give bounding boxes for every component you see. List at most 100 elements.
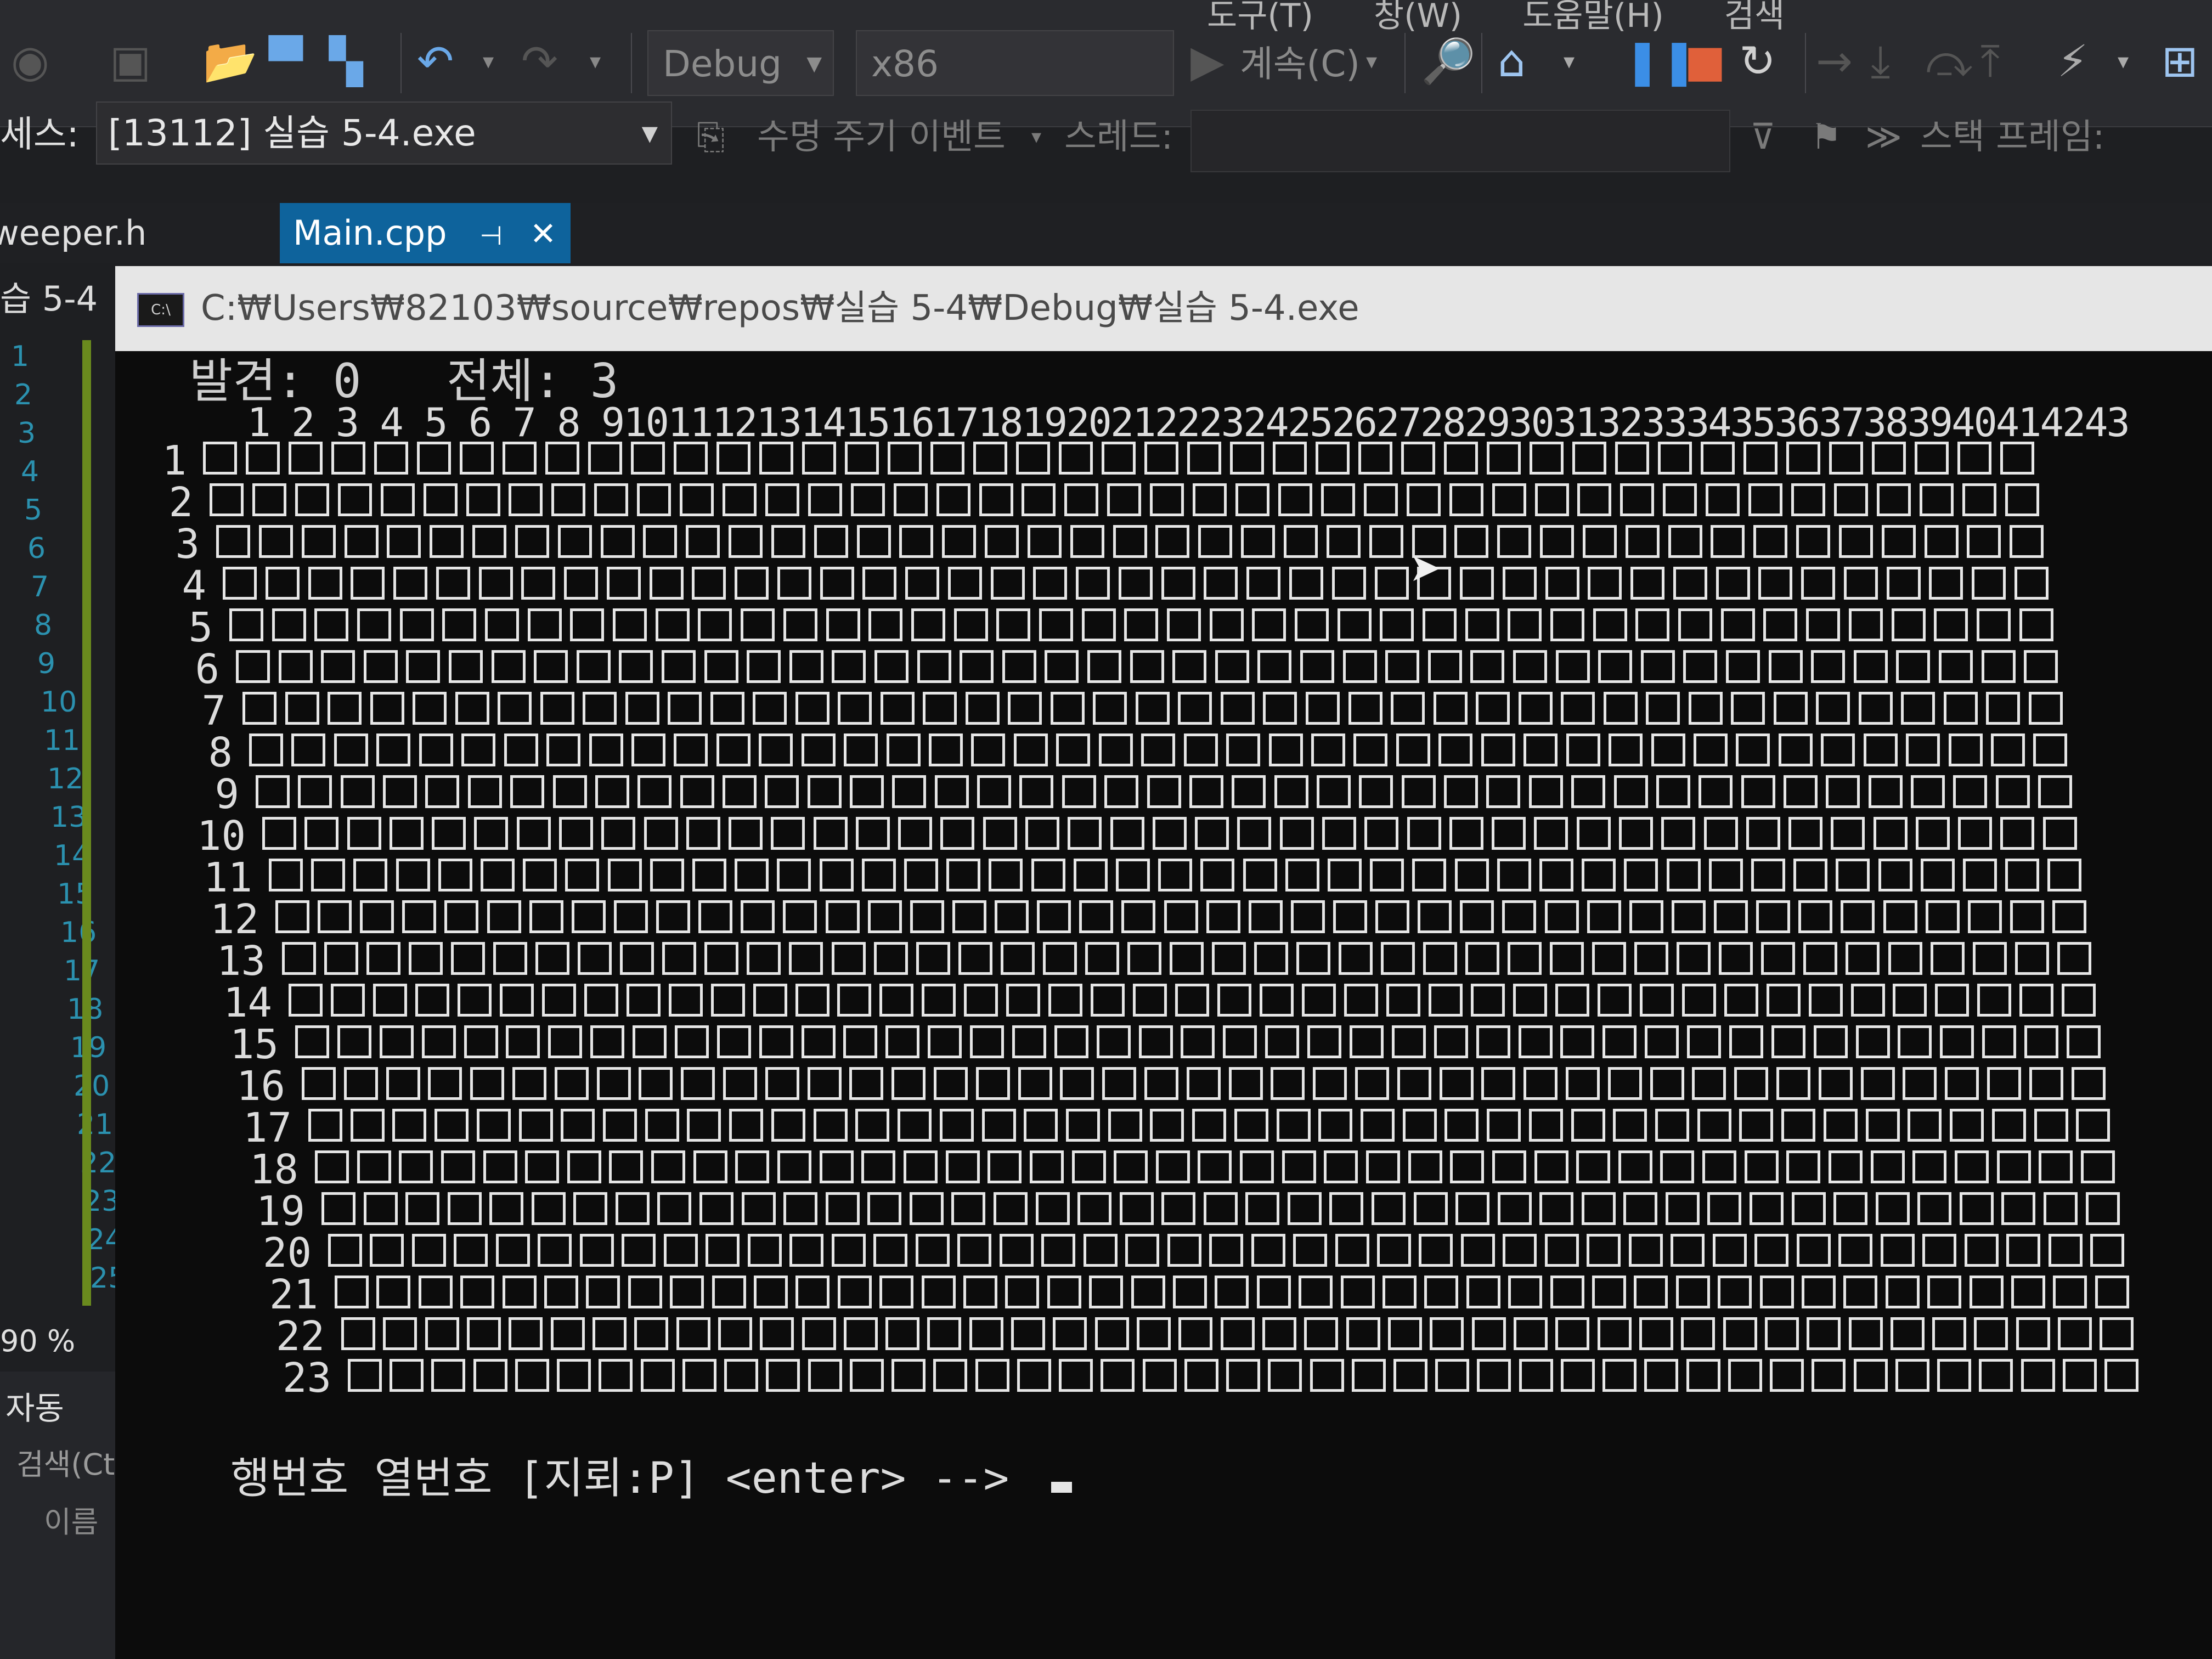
board-cell	[930, 442, 964, 475]
continue-dropdown-icon[interactable]: ▾	[1366, 34, 1377, 89]
board-cell	[1544, 900, 1579, 933]
menu-help[interactable]: 도움말(H)	[1522, 0, 1664, 35]
menu-search[interactable]: 검색	[1724, 0, 1785, 35]
autos-tab[interactable]: 자동	[5, 1383, 64, 1429]
console-output[interactable]: 발견: 0 전체: 3 1 2 3 4 5 6 7 8 910111213141…	[115, 351, 2212, 1659]
board-cell	[988, 1150, 1022, 1183]
board-cell	[1243, 859, 1277, 891]
board-cell	[1375, 900, 1410, 933]
board-cell	[680, 483, 714, 516]
board-cell	[1027, 525, 1062, 558]
board-cell	[1133, 984, 1167, 1017]
process-dropdown[interactable]: [13112] 실습 5-4.exe ▼	[96, 101, 672, 165]
board-cell	[1640, 650, 1675, 683]
expand-callstack-icon[interactable]: ≫	[1865, 110, 1902, 165]
redo-icon[interactable]: ↷	[521, 34, 558, 89]
menu-window[interactable]: 창(W)	[1374, 0, 1462, 35]
board-cell	[1407, 817, 1441, 850]
board-cell	[1603, 692, 1638, 725]
redo-dropdown-icon[interactable]: ▾	[590, 34, 601, 89]
board-cell	[1656, 775, 1690, 808]
stop-icon[interactable]: ■	[1684, 34, 1726, 89]
board-cell	[308, 567, 342, 600]
show-next-statement-icon[interactable]: →	[1816, 34, 1853, 89]
board-cell	[613, 608, 647, 641]
board-cell	[1624, 859, 1658, 891]
filter-icon[interactable]: ⊽	[1750, 110, 1776, 165]
board-cell	[1427, 650, 1462, 683]
thread-window-icon[interactable]: ⊞	[2162, 34, 2198, 89]
board-cell	[789, 650, 823, 683]
board-cell	[625, 692, 659, 725]
pin-icon[interactable]: ⊣	[479, 221, 503, 251]
board-cell	[1714, 900, 1748, 933]
line-number: 1	[11, 340, 30, 373]
menu-tools[interactable]: 도구(T)	[1207, 0, 1313, 35]
console-title-bar[interactable]: C:\ C:₩Users₩82103₩source₩repos₩실습 5-4₩De…	[115, 266, 2212, 351]
save-all-icon[interactable]: ▚	[329, 34, 363, 89]
board-cell	[1019, 775, 1054, 808]
lifecycle-dropdown-icon[interactable]: ▾	[1031, 110, 1041, 165]
board-cell	[363, 1192, 398, 1225]
platform-dropdown[interactable]: x86	[856, 30, 1174, 96]
board-cell	[1413, 1192, 1448, 1225]
board-cell	[1677, 942, 1711, 975]
board-cell	[903, 1150, 938, 1183]
continue-button[interactable]: 계속(C)	[1240, 34, 1360, 94]
lifecycle-events-icon[interactable]: ⎘	[697, 110, 725, 165]
save-icon[interactable]: ▀	[269, 34, 303, 89]
continue-play-icon[interactable]: ▶	[1190, 34, 1224, 89]
row-number: 6	[195, 646, 219, 693]
thread-dropdown[interactable]	[1190, 110, 1730, 172]
board-cell	[1246, 567, 1281, 600]
board-cell	[1888, 942, 1922, 975]
board-cell	[723, 1067, 757, 1100]
board-cell	[1369, 525, 1403, 558]
close-icon[interactable]: ✕	[530, 215, 557, 252]
project-dropdown[interactable]: 습 5-4	[0, 274, 98, 324]
tab-minesweeper-h[interactable]: weeper.h	[0, 203, 160, 263]
board-cell	[712, 1276, 746, 1308]
ide-toolbar: 도구(T) 창(W) 도움말(H) 검색 ◉ ▣ 📂 ▀ ▚ ↶ ▾ ↷ ▾ D…	[0, 0, 2212, 172]
board-cell	[256, 775, 290, 808]
nav-back-icon[interactable]: ◉	[11, 34, 49, 89]
board-cell	[1466, 1276, 1500, 1308]
board-cell	[1618, 817, 1653, 850]
board-cell	[1826, 775, 1860, 808]
board-cell	[347, 817, 381, 850]
restart-icon[interactable]: ↻	[1739, 34, 1776, 89]
step-into-icon[interactable]: ⤓	[1871, 34, 1890, 89]
board-cell	[952, 900, 986, 933]
board-cell	[1528, 1109, 1563, 1142]
lifecycle-events-button[interactable]: 수명 주기 이벤트	[757, 110, 1006, 165]
board-cell	[674, 442, 708, 475]
board-cell	[1572, 442, 1606, 475]
board-cell	[1339, 942, 1373, 975]
board-cell	[855, 817, 890, 850]
new-project-icon[interactable]: ▣	[110, 34, 151, 89]
hot-reload-icon[interactable]: ⚡	[2057, 34, 2088, 89]
solution-config-dropdown[interactable]: Debug ▼	[647, 30, 834, 96]
board-cell	[521, 567, 556, 600]
board-cell	[1686, 1359, 1720, 1392]
undo-icon[interactable]: ↶	[417, 34, 454, 89]
board-cell	[1571, 775, 1606, 808]
tab-main-cpp[interactable]: Main.cpp ⊣ ✕	[280, 203, 571, 263]
input-prompt[interactable]: 행번호 열번호 [지뢰:P] <enter> -->	[230, 1448, 1073, 1509]
board-cell	[1518, 692, 1553, 725]
undo-dropdown-icon[interactable]: ▾	[483, 34, 494, 89]
board-cell	[843, 1317, 878, 1350]
flag-threads-icon[interactable]: ⚑	[1810, 110, 1842, 165]
step-out-icon[interactable]: ⤒	[1980, 34, 2000, 89]
board-cell	[1860, 1067, 1895, 1100]
hot-reload-dropdown-icon[interactable]: ▾	[2118, 34, 2129, 89]
open-folder-icon[interactable]: 📂	[203, 34, 258, 89]
find-icon[interactable]: 🔎	[1421, 34, 1476, 89]
line-number: 8	[34, 609, 53, 642]
board-cell	[1758, 567, 1793, 600]
diagnostics-dropdown-icon[interactable]: ▾	[1564, 34, 1575, 89]
step-over-icon[interactable]: ⤼	[1926, 34, 1973, 89]
board-cell	[1908, 1109, 1942, 1142]
diagnostics-home-icon[interactable]: ⌂	[1498, 34, 1526, 89]
board-cell	[1625, 525, 1660, 558]
